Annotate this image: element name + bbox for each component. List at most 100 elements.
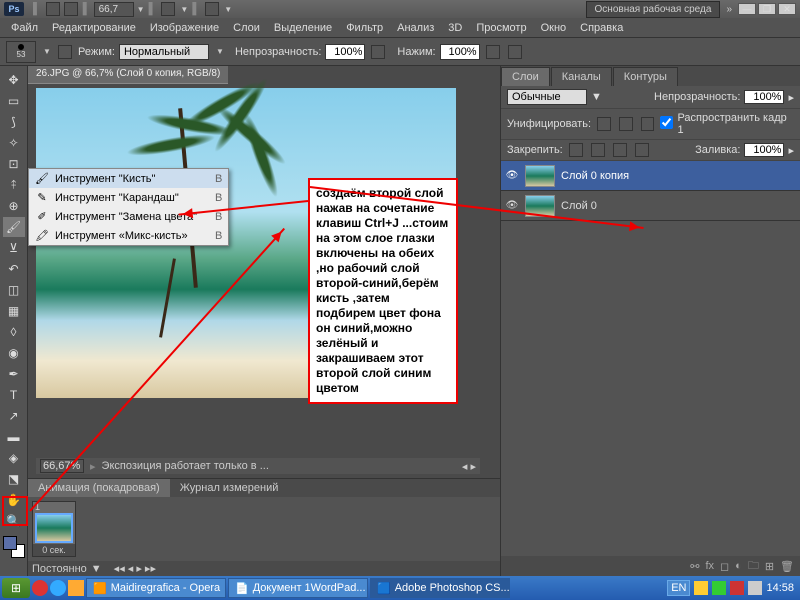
- workspace-button[interactable]: Основная рабочая среда: [586, 1, 721, 18]
- move-tool[interactable]: ✥: [3, 70, 25, 90]
- link-layers-icon[interactable]: ⚯: [690, 560, 699, 573]
- paths-tab[interactable]: Контуры: [613, 67, 678, 86]
- taskbar-task[interactable]: 📄Документ 1WordPad...: [228, 578, 368, 598]
- healing-tool[interactable]: ⊕: [3, 196, 25, 216]
- layer-thumbnail[interactable]: [525, 165, 555, 187]
- tablet-pressure-icon[interactable]: [508, 45, 522, 59]
- menu-layers[interactable]: Слои: [226, 20, 267, 36]
- blend-mode-select[interactable]: Нормальный: [119, 44, 209, 60]
- unify-style-icon[interactable]: [641, 117, 655, 131]
- frame-duration[interactable]: 0 сек.: [33, 544, 75, 556]
- eyedropper-tool[interactable]: ⤉: [3, 175, 25, 195]
- frame-thumbnail[interactable]: [35, 513, 73, 543]
- shape-tool[interactable]: ▬: [3, 427, 25, 447]
- airbrush-icon[interactable]: [486, 45, 500, 59]
- start-button[interactable]: ⊞: [2, 578, 30, 598]
- brush-panel-icon[interactable]: [58, 45, 72, 59]
- foreground-color-swatch[interactable]: [3, 536, 17, 550]
- 3d-camera-tool[interactable]: ⬔: [3, 469, 25, 489]
- path-tool[interactable]: ↗: [3, 406, 25, 426]
- pen-tool[interactable]: ✒: [3, 364, 25, 384]
- more-chevrons-icon[interactable]: »: [726, 4, 732, 15]
- blur-tool[interactable]: ◊: [3, 322, 25, 342]
- minibridge-icon[interactable]: [64, 2, 78, 16]
- color-swatches[interactable]: [3, 536, 25, 558]
- menu-file[interactable]: Файл: [4, 20, 45, 36]
- adjustment-layer-icon[interactable]: ◐: [735, 560, 742, 572]
- minimize-button[interactable]: —: [738, 3, 756, 15]
- unify-visibility-icon[interactable]: [619, 117, 633, 131]
- opacity-field[interactable]: 100%: [325, 44, 365, 60]
- type-tool[interactable]: T: [3, 385, 25, 405]
- layer-mask-icon[interactable]: ◻: [720, 560, 729, 573]
- channels-tab[interactable]: Каналы: [551, 67, 612, 86]
- layer-name[interactable]: Слой 0: [561, 200, 597, 212]
- menu-view[interactable]: Просмотр: [469, 20, 533, 36]
- fill-field[interactable]: 100%: [744, 143, 784, 157]
- taskbar-task[interactable]: 🟧Maidiregrafica - Opera: [86, 578, 226, 598]
- lock-all-icon[interactable]: [635, 143, 649, 157]
- brush-preset-picker[interactable]: 53: [6, 41, 36, 63]
- menu-select[interactable]: Выделение: [267, 20, 339, 36]
- tool-option-pencil[interactable]: ✎Инструмент "Карандаш"B: [29, 188, 228, 207]
- chevron-down-icon[interactable]: ▼: [136, 4, 146, 14]
- tray-volume-icon[interactable]: [748, 581, 762, 595]
- unify-position-icon[interactable]: [597, 117, 611, 131]
- tray-icon[interactable]: [712, 581, 726, 595]
- layer-name[interactable]: Слой 0 копия: [561, 170, 629, 182]
- zoom-status-field[interactable]: 66,67%: [40, 459, 84, 473]
- menu-analysis[interactable]: Анализ: [390, 20, 441, 36]
- tray-icon[interactable]: [694, 581, 708, 595]
- tool-option-brush[interactable]: 🖌Инструмент "Кисть"B: [29, 169, 228, 188]
- menu-help[interactable]: Справка: [573, 20, 630, 36]
- new-layer-icon[interactable]: ⊞: [765, 560, 774, 573]
- menu-filter[interactable]: Фильтр: [339, 20, 390, 36]
- brush-tool[interactable]: 🖌: [3, 217, 25, 237]
- menu-3d[interactable]: 3D: [441, 20, 469, 36]
- quicklaunch-desktop-icon[interactable]: [68, 580, 84, 596]
- close-button[interactable]: ✕: [778, 3, 796, 15]
- eraser-tool[interactable]: ◫: [3, 280, 25, 300]
- wand-tool[interactable]: ✧: [3, 133, 25, 153]
- menu-edit[interactable]: Редактирование: [45, 20, 143, 36]
- crop-tool[interactable]: ⊡: [3, 154, 25, 174]
- dodge-tool[interactable]: ◉: [3, 343, 25, 363]
- opacity-pressure-icon[interactable]: [371, 45, 385, 59]
- lock-pixels-icon[interactable]: [591, 143, 605, 157]
- 3d-tool[interactable]: ◈: [3, 448, 25, 468]
- marquee-tool[interactable]: ▭: [3, 91, 25, 111]
- maximize-button[interactable]: ❐: [758, 3, 776, 15]
- menu-window[interactable]: Окно: [534, 20, 574, 36]
- quicklaunch-ie-icon[interactable]: [50, 580, 66, 596]
- layer-row[interactable]: 👁 Слой 0 копия: [501, 161, 800, 191]
- layers-tab[interactable]: Слои: [501, 67, 550, 86]
- animation-frame[interactable]: 1 0 сек.: [32, 501, 76, 557]
- lasso-tool[interactable]: ⟆: [3, 112, 25, 132]
- tool-option-color-replace[interactable]: ✐Инструмент "Замена цвета"B: [29, 207, 228, 226]
- layer-group-icon[interactable]: 🗀: [748, 557, 759, 576]
- measurement-log-tab[interactable]: Журнал измерений: [170, 479, 289, 497]
- view-extras-icon[interactable]: [161, 2, 175, 16]
- lock-transparent-icon[interactable]: [569, 143, 583, 157]
- flow-field[interactable]: 100%: [440, 44, 480, 60]
- document-tab[interactable]: 26.JPG @ 66,7% (Слой 0 копия, RGB/8): [28, 66, 228, 84]
- delete-layer-icon[interactable]: 🗑: [780, 560, 794, 573]
- loop-select[interactable]: Постоянно: [32, 563, 87, 575]
- propagate-checkbox[interactable]: [660, 116, 673, 129]
- layer-opacity-field[interactable]: 100%: [744, 90, 784, 104]
- history-brush-tool[interactable]: ↶: [3, 259, 25, 279]
- tray-icon[interactable]: [730, 581, 744, 595]
- menu-image[interactable]: Изображение: [143, 20, 226, 36]
- layer-blend-select[interactable]: Обычные: [507, 89, 587, 105]
- layer-style-icon[interactable]: fx: [705, 560, 714, 572]
- screen-mode-icon[interactable]: [205, 2, 219, 16]
- stamp-tool[interactable]: ⊻: [3, 238, 25, 258]
- language-indicator[interactable]: EN: [667, 580, 690, 596]
- zoom-field[interactable]: 66,7: [94, 2, 134, 17]
- gradient-tool[interactable]: ▦: [3, 301, 25, 321]
- clock[interactable]: 14:58: [766, 582, 794, 594]
- tool-option-mixer-brush[interactable]: 🖍Инструмент «Микс-кисть»B: [29, 226, 228, 245]
- lock-position-icon[interactable]: [613, 143, 627, 157]
- quicklaunch-opera-icon[interactable]: [32, 580, 48, 596]
- visibility-icon[interactable]: 👁: [505, 169, 519, 183]
